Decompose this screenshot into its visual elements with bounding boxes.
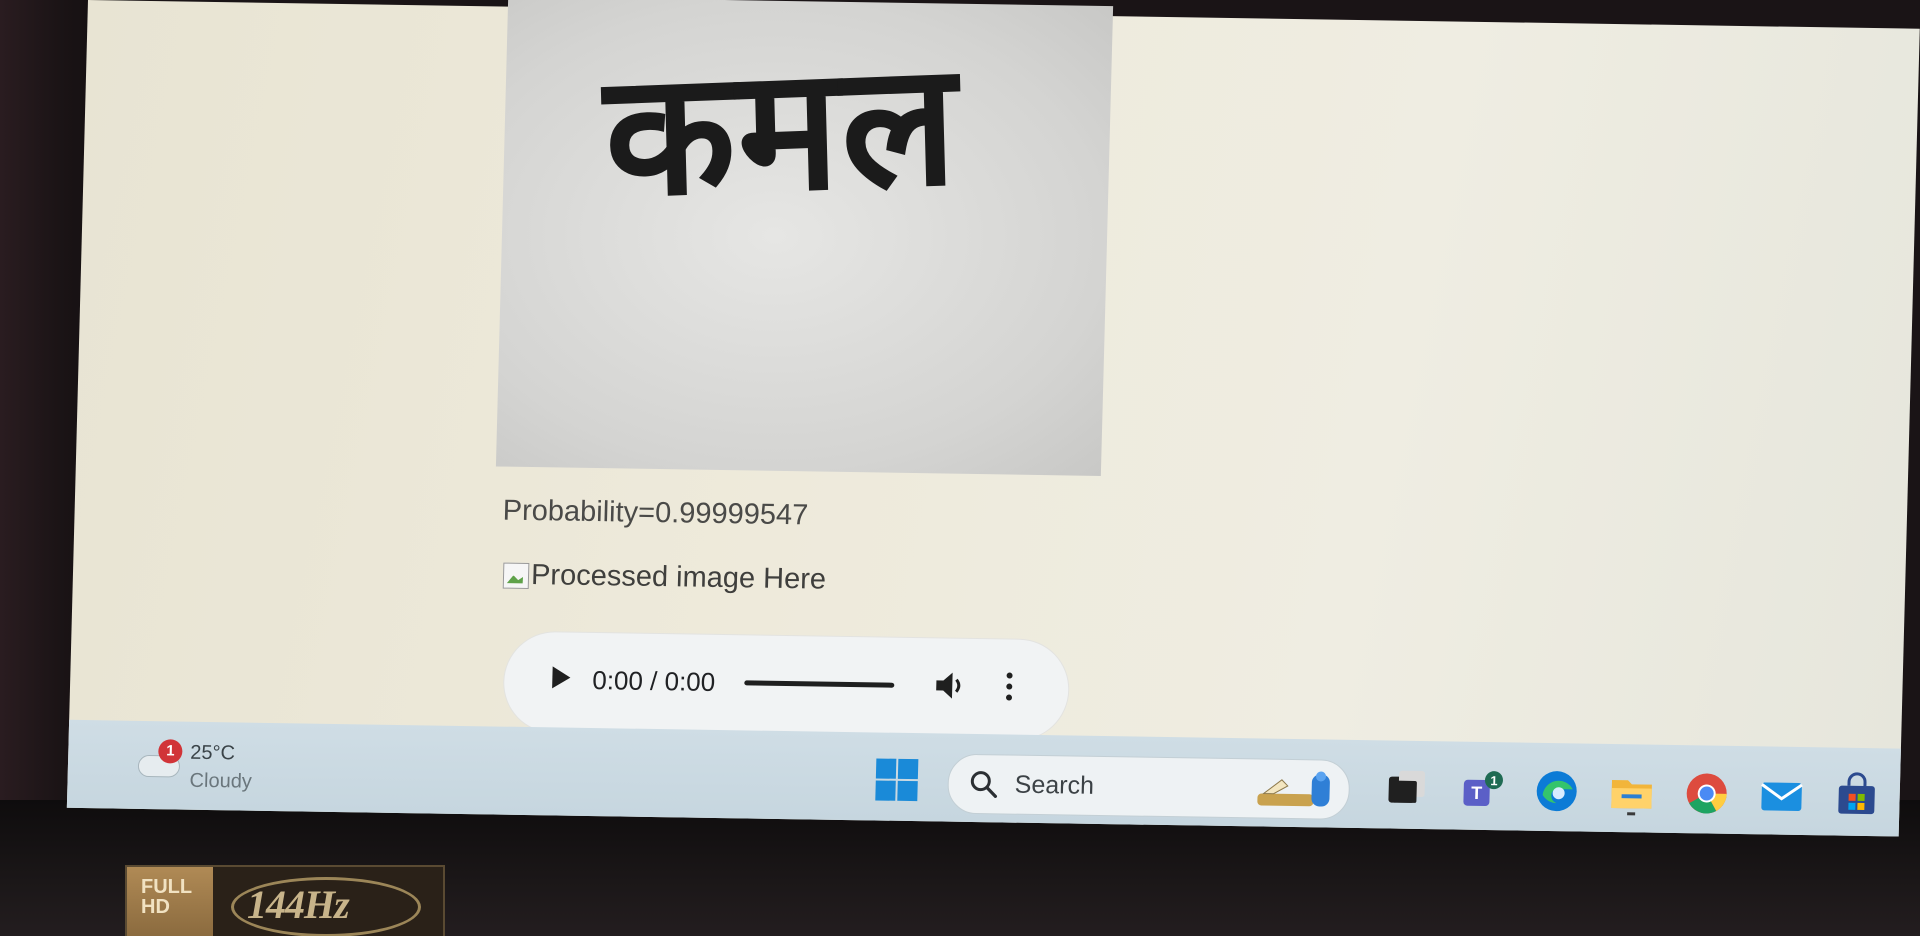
search-label: Search <box>1014 770 1095 800</box>
edge-icon[interactable] <box>1532 767 1581 816</box>
monitor-sticker: FULL HD 144Hz <box>125 865 445 936</box>
refresh-rate-label: 144Hz <box>247 882 350 927</box>
processed-image: Processed image Here <box>502 559 827 597</box>
start-button[interactable] <box>875 758 919 802</box>
teams-icon[interactable]: T 1 <box>1457 766 1506 815</box>
weather-badge: 1 <box>158 739 183 764</box>
more-options-icon[interactable] <box>1004 669 1015 703</box>
web-page: कमल Probability=0.99999547 Processed ima… <box>69 0 1920 749</box>
windows-logo-tile <box>875 780 896 801</box>
weather-condition: Cloudy <box>189 769 253 793</box>
broken-image-icon <box>502 562 530 589</box>
audio-player[interactable]: 0:00 / 0:00 <box>502 631 1070 741</box>
teams-badge-text: 1 <box>1490 773 1498 788</box>
weather-widget[interactable]: 1 25°C Cloudy <box>127 733 289 795</box>
taskbar-search[interactable]: Search <box>946 753 1351 820</box>
mail-icon[interactable] <box>1757 770 1806 819</box>
audio-time: 0:00 / 0:00 <box>591 665 716 697</box>
windows-logo-tile <box>897 780 918 802</box>
audio-progress-bar[interactable] <box>744 680 895 688</box>
file-explorer-icon[interactable] <box>1607 768 1656 817</box>
processed-image-alt: Processed image Here <box>530 559 827 596</box>
svg-text:T: T <box>1471 783 1483 803</box>
uploaded-handwriting-image: कमल <box>495 0 1114 476</box>
search-icon <box>970 771 998 798</box>
chrome-icon[interactable] <box>1682 769 1731 818</box>
play-icon[interactable] <box>552 666 571 689</box>
windows-logo-tile <box>875 758 897 779</box>
handwritten-word: कमल <box>602 25 961 237</box>
probability-text: Probability=0.99999547 <box>502 494 809 532</box>
windows-logo-tile <box>897 758 919 780</box>
store-icon[interactable] <box>1832 772 1881 821</box>
search-highlight-icon <box>1257 771 1330 807</box>
task-view-icon[interactable] <box>1382 764 1431 813</box>
screen: कमल Probability=0.99999547 Processed ima… <box>66 0 1920 837</box>
full-hd-label: FULL HD <box>127 867 213 936</box>
volume-icon[interactable] <box>932 668 967 703</box>
weather-temperature: 25°C <box>190 741 236 765</box>
